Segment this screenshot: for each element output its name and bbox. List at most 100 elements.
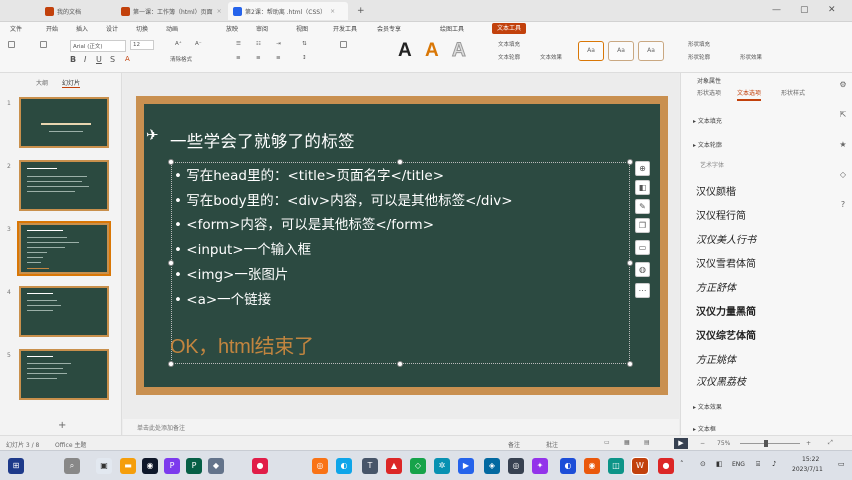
wps-icon[interactable]: W	[631, 457, 649, 475]
font-option[interactable]: 方正姚体	[696, 351, 736, 366]
underline-button[interactable]: U	[96, 55, 102, 64]
search-icon[interactable]: ⌕	[64, 458, 80, 474]
zoom-in-icon[interactable]: ⊕	[635, 161, 650, 176]
align-left-icon[interactable]: ≡	[236, 55, 241, 61]
shape-style-2[interactable]: Aa	[608, 41, 634, 61]
font-color-button[interactable]: A	[125, 55, 130, 63]
text-box-button[interactable]	[340, 41, 347, 48]
strike-button[interactable]: S	[110, 55, 115, 64]
align-center-icon[interactable]: ≡	[256, 55, 261, 61]
menu-animation[interactable]: 动画	[166, 24, 178, 33]
resize-handle[interactable]	[627, 361, 633, 367]
menu-design[interactable]: 设计	[106, 24, 118, 33]
zoom-slider[interactable]	[740, 443, 800, 444]
fill-icon[interactable]: ◍	[635, 262, 650, 277]
font-option[interactable]: 汉仪颜楷	[696, 183, 736, 198]
italic-button[interactable]: I	[84, 55, 86, 64]
shape-style-3[interactable]: Aa	[638, 41, 664, 61]
input-language[interactable]: ENG	[732, 461, 745, 468]
shape-fill-button[interactable]: 形状填充	[688, 40, 710, 48]
slide-thumbnail-3[interactable]	[17, 221, 111, 276]
slide-heading[interactable]: 一些学会了就够了的标签	[170, 128, 355, 152]
layer-icon[interactable]: ◧	[635, 180, 650, 195]
comments-toggle[interactable]: 批注	[546, 440, 558, 449]
tab-text-options[interactable]: 文本选项	[737, 88, 762, 101]
menu-devtools[interactable]: 开发工具	[333, 24, 357, 33]
tab-slides[interactable]: 幻灯片	[62, 78, 81, 88]
tab-lesson-1[interactable]: 第一课：工作簿（html）页面 ×	[116, 2, 224, 20]
menu-text-tools[interactable]: 文本工具	[492, 23, 527, 34]
text-style-orange[interactable]: A	[425, 40, 439, 62]
section-text-fill[interactable]: ▸ 文本填充	[693, 116, 722, 125]
app-icon[interactable]: ◉	[584, 458, 600, 474]
maximize-icon[interactable]: ▢	[800, 5, 809, 15]
numbering-icon[interactable]: ☷	[256, 41, 261, 47]
network-icon[interactable]: ⌸	[756, 460, 760, 469]
text-direction-icon[interactable]: ⇅	[302, 41, 307, 47]
menu-review[interactable]: 审阅	[256, 24, 268, 33]
select-icon[interactable]: ⇱	[838, 110, 848, 119]
new-tab-button[interactable]: +	[352, 2, 366, 20]
app-icon[interactable]: ◎	[312, 458, 328, 474]
font-option[interactable]: 方正舒体	[696, 279, 736, 294]
shape-outline-button[interactable]: 形状轮廓	[688, 53, 710, 61]
text-outline-button[interactable]: 文本轮廓	[498, 53, 520, 61]
font-name-select[interactable]: Arial (正文)	[70, 40, 126, 52]
resize-handle[interactable]	[627, 159, 633, 165]
play-icon[interactable]: ▶	[674, 438, 688, 449]
sorter-view-icon[interactable]: ▦	[624, 439, 630, 446]
help-icon[interactable]: ?	[838, 200, 848, 209]
tab-lesson-2[interactable]: 第2课：帮助离 .html（CSS） ×	[228, 2, 348, 20]
increase-font-icon[interactable]: A⁺	[175, 41, 182, 47]
app-icon[interactable]: ✲	[434, 458, 450, 474]
app-icon[interactable]: ◉	[142, 458, 158, 474]
tray-icon[interactable]: ⊙	[700, 460, 706, 468]
menu-view[interactable]: 视图	[296, 24, 308, 33]
menu-home[interactable]: 开始	[46, 24, 58, 33]
shape-icon[interactable]: ▭	[635, 240, 650, 255]
slide-thumbnail-2[interactable]	[19, 160, 109, 211]
line-spacing-icon[interactable]: ↕	[302, 55, 307, 61]
font-option[interactable]: 汉仪综艺体简	[696, 327, 756, 342]
menu-member[interactable]: 会员专享	[377, 24, 401, 33]
shape-style-1[interactable]: Aa	[578, 41, 604, 61]
menu-slideshow[interactable]: 放映	[226, 24, 238, 33]
add-slide-button[interactable]: +	[58, 420, 66, 431]
app-icon[interactable]: ◇	[410, 458, 426, 474]
copy-icon[interactable]: ❐	[635, 218, 650, 233]
app-icon[interactable]: ✦	[532, 458, 548, 474]
app-icon[interactable]: ●	[252, 458, 268, 474]
app-icon[interactable]: ◐	[560, 458, 576, 474]
more-icon[interactable]: ⋯	[635, 283, 650, 298]
resize-handle[interactable]	[168, 361, 174, 367]
menu-transition[interactable]: 切换	[136, 24, 148, 33]
fit-icon[interactable]: ⤢	[828, 439, 833, 447]
app-icon[interactable]: ◈	[484, 458, 500, 474]
tab-shape-options[interactable]: 形状选项	[697, 88, 721, 97]
font-option[interactable]: 汉仪美人行书	[696, 231, 756, 246]
tray-icon[interactable]: ◧	[716, 460, 723, 468]
decrease-font-icon[interactable]: A⁻	[195, 41, 202, 47]
close-icon[interactable]: ×	[217, 8, 222, 15]
shape-effect-button[interactable]: 形状效果	[740, 53, 762, 61]
zoom-out-icon[interactable]: −	[700, 440, 705, 447]
animation-icon[interactable]: ★	[838, 140, 848, 149]
zoom-in-icon[interactable]: +	[806, 440, 811, 447]
notes-toggle[interactable]: 备注	[508, 440, 520, 449]
ps-icon[interactable]: P	[164, 458, 180, 474]
tab-outline[interactable]: 大纲	[36, 78, 48, 87]
normal-view-icon[interactable]: ▭	[604, 439, 610, 446]
pen-icon[interactable]: ✎	[635, 199, 650, 214]
close-window-icon[interactable]: ✕	[828, 5, 836, 15]
reading-view-icon[interactable]: ▤	[644, 439, 650, 446]
slide-thumbnail-5[interactable]	[19, 349, 109, 400]
tray-chevron-icon[interactable]: ˄	[680, 460, 684, 468]
menu-insert[interactable]: 插入	[76, 24, 88, 33]
font-option[interactable]: 汉仪程行简	[696, 207, 746, 222]
tab-my-docs[interactable]: 我的文档	[40, 2, 112, 20]
menu-file[interactable]: 文件	[10, 24, 22, 33]
slide-thumbnail-4[interactable]	[19, 286, 109, 337]
text-effect-button[interactable]: 文本效果	[540, 53, 562, 61]
app-icon[interactable]: ▶	[458, 458, 474, 474]
bullets-icon[interactable]: ☰	[236, 41, 241, 47]
